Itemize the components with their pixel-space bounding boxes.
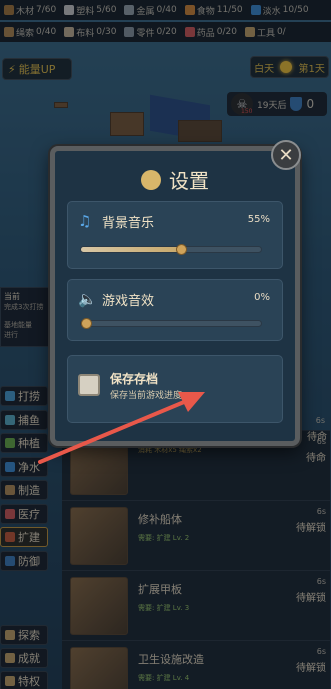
gear-icon <box>141 169 161 190</box>
settings-dialog: 设置 ♫ 背景音乐 55% 🔈 游戏音效 0% 保存存档 保存当前游戏进度 <box>50 146 300 446</box>
speaker-icon: 🔈 <box>78 290 97 308</box>
music-label: 背景音乐 <box>102 216 155 231</box>
music-percent: 55% <box>247 214 270 225</box>
sfx-label: 游戏音效 <box>102 294 155 309</box>
music-note-icon: ♫ <box>78 212 92 230</box>
floppy-disk-icon <box>78 374 100 396</box>
sfx-slider-handle[interactable] <box>81 318 92 329</box>
music-slider-handle[interactable] <box>176 244 188 255</box>
sfx-setting-card: 🔈 游戏音效 0% <box>67 279 283 341</box>
sfx-percent: 0% <box>254 292 270 303</box>
sfx-slider[interactable] <box>80 318 262 329</box>
music-setting-card: ♫ 背景音乐 55% <box>67 201 283 269</box>
close-button[interactable]: ✕ <box>271 140 301 170</box>
save-subtitle: 保存当前游戏进度 <box>110 391 183 401</box>
dialog-title: 设置 <box>169 169 209 193</box>
music-slider[interactable] <box>80 244 262 255</box>
music-slider-fill <box>81 247 182 252</box>
save-game-button[interactable]: 保存存档 保存当前游戏进度 <box>67 355 283 423</box>
close-icon: ✕ <box>278 144 294 166</box>
save-title: 保存存档 <box>110 372 159 386</box>
dialog-header: 设置 <box>55 165 295 194</box>
